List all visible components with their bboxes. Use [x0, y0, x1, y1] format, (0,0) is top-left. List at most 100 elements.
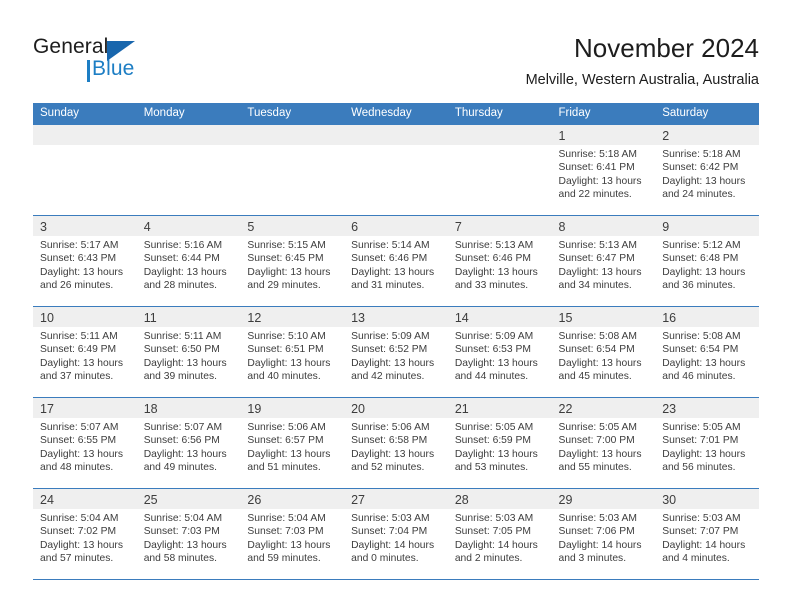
page-subtitle: Melville, Western Australia, Australia	[525, 72, 759, 88]
calendar-day-cell[interactable]: 9 Sunrise: 5:12 AM Sunset: 6:48 PM Daylight…	[655, 215, 759, 307]
day-number: 19	[247, 402, 262, 416]
calendar-cell-inner: 29 Sunrise: 5:03 AM Sunset: 7:06 PM Dayligh…	[551, 489, 656, 579]
sunrise-text: Sunrise: 5:08 AM	[662, 331, 741, 342]
day-number-band: 18	[136, 398, 241, 418]
calendar-cell-inner: 4 Sunrise: 5:16 AM Sunset: 6:44 PM Daylight…	[136, 216, 241, 306]
sunset-text: Sunset: 7:04 PM	[351, 526, 428, 538]
sunset-text: Sunset: 6:54 PM	[558, 344, 635, 356]
calendar-day-cell[interactable]: 30 Sunrise: 5:03 AM Sunset: 7:07 PM Dayligh…	[655, 488, 759, 580]
sunset-text: Sunset: 6:57 PM	[247, 435, 324, 447]
sunrise-text: Sunrise: 5:04 AM	[247, 513, 326, 524]
sunset-text: Sunset: 6:48 PM	[662, 253, 739, 265]
sunset-text: Sunset: 6:53 PM	[454, 344, 531, 356]
calendar-cell-inner: 27 Sunrise: 5:03 AM Sunset: 7:04 PM Dayligh…	[344, 489, 448, 579]
calendar-day-cell[interactable]: 28 Sunrise: 5:03 AM Sunset: 7:05 PM Dayligh…	[447, 488, 552, 580]
calendar-day-cell[interactable]: 2 Sunrise: 5:18 AM Sunset: 6:42 PM Daylight…	[655, 125, 759, 216]
sunrise-text: Sunrise: 5:10 AM	[247, 331, 326, 342]
day-number: 10	[40, 311, 54, 325]
calendar-day-cell[interactable]: 23 Sunrise: 5:05 AM Sunset: 7:01 PM Dayligh…	[655, 397, 759, 489]
sunrise-text: Sunrise: 5:03 AM	[351, 513, 430, 524]
day-details: Sunrise: 5:13 AM Sunset: 6:46 PM Daylight:…	[448, 236, 552, 293]
calendar-day-cell[interactable]: 13 Sunrise: 5:09 AM Sunset: 6:52 PM Dayligh…	[344, 306, 448, 398]
day-number: 28	[454, 493, 469, 507]
calendar-page: General Blue November 2024 Melville, Wes…	[0, 0, 792, 612]
sunset-text: Sunset: 6:45 PM	[247, 253, 324, 265]
calendar-cell-inner: 18 Sunrise: 5:07 AM Sunset: 6:56 PM Dayligh…	[136, 398, 241, 488]
day-details: Sunrise: 5:04 AM Sunset: 7:03 PM Daylight:…	[240, 509, 344, 566]
sunset-text: Sunset: 6:42 PM	[662, 162, 739, 174]
sunset-text: Sunset: 7:00 PM	[558, 435, 635, 447]
day-number-band: 15	[551, 307, 656, 327]
calendar-day-cell[interactable]: 8 Sunrise: 5:13 AM Sunset: 6:47 PM Daylight…	[551, 215, 656, 307]
sunset-text: Sunset: 6:51 PM	[247, 344, 324, 356]
sunrise-text: Sunrise: 5:04 AM	[143, 513, 223, 524]
day-number: 26	[247, 493, 262, 507]
sunrise-text: Sunrise: 5:06 AM	[247, 422, 326, 433]
calendar-day-cell[interactable]: 15 Sunrise: 5:08 AM Sunset: 6:54 PM Dayligh…	[551, 306, 656, 398]
general-blue-logo[interactable]: General Blue	[33, 36, 193, 88]
sunset-text: Sunset: 6:54 PM	[662, 344, 739, 356]
calendar-cell-inner: 22 Sunrise: 5:05 AM Sunset: 7:00 PM Dayligh…	[551, 398, 656, 488]
day-number-band: 14	[447, 307, 552, 327]
calendar-cell-inner: 28 Sunrise: 5:03 AM Sunset: 7:05 PM Dayligh…	[447, 489, 552, 579]
sunset-text: Sunset: 7:06 PM	[558, 526, 635, 538]
day-number: 3	[40, 220, 47, 234]
calendar-day-cell[interactable]: 14 Sunrise: 5:09 AM Sunset: 6:53 PM Dayligh…	[447, 306, 552, 398]
calendar-cell-inner: 20 Sunrise: 5:06 AM Sunset: 6:58 PM Dayligh…	[344, 398, 448, 488]
calendar-cell-inner: 9 Sunrise: 5:12 AM Sunset: 6:48 PM Daylight…	[655, 216, 759, 306]
daylight-text: Daylight: 13 hours and 58 minutes.	[143, 539, 227, 565]
sunset-text: Sunset: 6:58 PM	[351, 435, 428, 447]
day-number-band: 20	[344, 398, 448, 418]
daylight-text: Daylight: 13 hours and 44 minutes.	[454, 357, 538, 383]
calendar-day-cell[interactable]: 27 Sunrise: 5:03 AM Sunset: 7:04 PM Dayligh…	[344, 488, 448, 580]
sunset-text: Sunset: 6:46 PM	[351, 253, 428, 265]
calendar-day-cell[interactable]: 24 Sunrise: 5:04 AM Sunset: 7:02 PM Dayligh…	[33, 488, 137, 580]
daylight-text: Daylight: 14 hours and 4 minutes.	[662, 539, 746, 565]
sunset-text: Sunset: 7:05 PM	[454, 526, 531, 538]
day-number-band: 6	[344, 216, 448, 236]
calendar-day-cell[interactable]: 22 Sunrise: 5:05 AM Sunset: 7:00 PM Dayligh…	[551, 397, 656, 489]
day-number: 9	[662, 220, 670, 234]
calendar-day-cell[interactable]: 20 Sunrise: 5:06 AM Sunset: 6:58 PM Dayligh…	[344, 397, 448, 489]
day-number-band: 11	[136, 307, 241, 327]
sunrise-text: Sunrise: 5:03 AM	[558, 513, 637, 524]
day-number: 4	[143, 220, 151, 234]
day-details: Sunrise: 5:03 AM Sunset: 7:06 PM Daylight:…	[552, 509, 656, 566]
calendar-cell-inner	[240, 125, 345, 215]
day-details: Sunrise: 5:03 AM Sunset: 7:04 PM Daylight:…	[344, 509, 448, 566]
title-block: November 2024 Melville, Western Australi…	[526, 32, 759, 90]
sunrise-text: Sunrise: 5:08 AM	[558, 331, 637, 342]
calendar-cell-inner: 16 Sunrise: 5:08 AM Sunset: 6:54 PM Dayligh…	[655, 307, 759, 397]
calendar-day-cell[interactable]: 29 Sunrise: 5:03 AM Sunset: 7:06 PM Dayligh…	[551, 488, 656, 580]
daylight-text: Daylight: 13 hours and 24 minutes.	[662, 175, 746, 201]
calendar-day-cell[interactable]: 18 Sunrise: 5:07 AM Sunset: 6:56 PM Dayligh…	[136, 397, 241, 489]
calendar-day-cell[interactable]: 16 Sunrise: 5:08 AM Sunset: 6:54 PM Dayligh…	[655, 306, 759, 398]
calendar-day-cell[interactable]: 3 Sunrise: 5:17 AM Sunset: 6:43 PM Daylight…	[33, 215, 137, 307]
calendar-day-cell[interactable]: 10 Sunrise: 5:11 AM Sunset: 6:49 PM Dayligh…	[33, 306, 137, 398]
calendar-day-cell[interactable]: 25 Sunrise: 5:04 AM Sunset: 7:03 PM Dayligh…	[136, 488, 241, 580]
calendar-day-cell[interactable]: 17 Sunrise: 5:07 AM Sunset: 6:55 PM Dayligh…	[33, 397, 137, 489]
calendar-cell-empty	[240, 125, 345, 216]
calendar-day-cell[interactable]: 11 Sunrise: 5:11 AM Sunset: 6:50 PM Dayligh…	[136, 306, 241, 398]
calendar-day-cell[interactable]: 7 Sunrise: 5:13 AM Sunset: 6:46 PM Daylight…	[447, 215, 552, 307]
daylight-text: Daylight: 13 hours and 33 minutes.	[454, 266, 538, 292]
calendar-cell-inner: 12 Sunrise: 5:10 AM Sunset: 6:51 PM Dayligh…	[240, 307, 345, 397]
calendar-day-cell[interactable]: 12 Sunrise: 5:10 AM Sunset: 6:51 PM Dayligh…	[240, 306, 345, 398]
calendar-day-cell[interactable]: 4 Sunrise: 5:16 AM Sunset: 6:44 PM Daylight…	[136, 215, 241, 307]
calendar-day-cell[interactable]: 26 Sunrise: 5:04 AM Sunset: 7:03 PM Dayligh…	[240, 488, 345, 580]
calendar-day-cell[interactable]: 5 Sunrise: 5:15 AM Sunset: 6:45 PM Daylight…	[240, 215, 345, 307]
page-title: November 2024	[574, 33, 759, 63]
day-number-band: 22	[551, 398, 656, 418]
day-number: 13	[351, 311, 366, 325]
sunrise-text: Sunrise: 5:18 AM	[662, 149, 741, 160]
calendar-day-cell[interactable]: 19 Sunrise: 5:06 AM Sunset: 6:57 PM Dayligh…	[240, 397, 345, 489]
sunset-text: Sunset: 7:07 PM	[662, 526, 739, 538]
weekday-header-friday: Friday	[551, 103, 656, 125]
calendar-day-cell[interactable]: 21 Sunrise: 5:05 AM Sunset: 6:59 PM Dayligh…	[447, 397, 552, 489]
day-details: Sunrise: 5:03 AM Sunset: 7:07 PM Daylight:…	[655, 509, 759, 566]
calendar-day-cell[interactable]: 6 Sunrise: 5:14 AM Sunset: 6:46 PM Daylight…	[344, 215, 448, 307]
sunrise-text: Sunrise: 5:07 AM	[143, 422, 223, 433]
day-details: Sunrise: 5:03 AM Sunset: 7:05 PM Daylight:…	[448, 509, 552, 566]
sunset-text: Sunset: 6:52 PM	[351, 344, 428, 356]
calendar-day-cell[interactable]: 1 Sunrise: 5:18 AM Sunset: 6:41 PM Daylight…	[551, 125, 656, 216]
